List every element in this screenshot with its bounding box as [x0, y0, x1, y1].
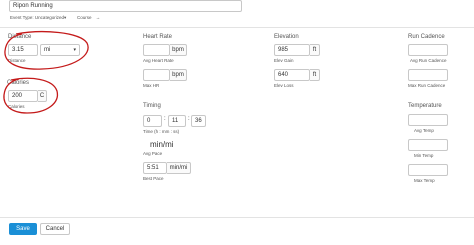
calories-heading: Calories: [7, 80, 30, 86]
elevation-heading: Elevation: [274, 34, 299, 40]
distance-heading: Distance: [8, 34, 32, 40]
arrow-right-icon: →: [95, 15, 101, 20]
max-temp-input[interactable]: [408, 164, 448, 176]
min-temp-input[interactable]: [408, 139, 448, 151]
distance-unit-select[interactable]: mi ▾: [40, 44, 80, 56]
time-label: Time (h : mm : ss): [143, 129, 180, 134]
time-separator: :: [164, 116, 166, 122]
distance-sublabel: Distance: [8, 58, 26, 63]
save-button[interactable]: Save: [9, 223, 37, 235]
course-label: Course: [77, 15, 92, 20]
elev-loss-label: Elev Loss: [274, 83, 294, 88]
cancel-button[interactable]: Cancel: [40, 223, 70, 235]
calories-sublabel: Calories: [8, 104, 25, 109]
avg-pace-value: min/mi: [150, 140, 174, 149]
max-heart-rate-label: Max HR: [143, 83, 160, 88]
avg-temp-input[interactable]: [408, 114, 448, 126]
distance-unit-value: mi: [44, 47, 51, 53]
max-run-cadence-label: Max Run Cadence: [408, 83, 446, 88]
calories-unit: C: [38, 90, 47, 102]
heart-rate-heading: Heart Rate: [143, 34, 173, 40]
best-pace-label: Best Pace: [143, 176, 164, 181]
time-separator: :: [188, 116, 190, 122]
timing-heading: Timing: [143, 103, 161, 109]
event-type-label: Event Type: Uncategorized: [10, 15, 64, 20]
max-heart-rate-input[interactable]: [143, 69, 170, 81]
best-pace-unit: min/mi: [167, 162, 191, 174]
max-temp-label: Max Temp: [414, 178, 435, 183]
event-type-link[interactable]: Event Type: Uncategorized▾: [10, 15, 66, 21]
elev-loss-unit: ft: [310, 69, 320, 81]
min-temp-label: Min Temp: [414, 153, 434, 158]
activity-title-input[interactable]: Ripon Running: [9, 0, 242, 12]
avg-heart-rate-unit: bpm: [170, 44, 187, 56]
avg-run-cadence-input[interactable]: [408, 44, 448, 56]
max-heart-rate-unit: bpm: [170, 69, 187, 81]
avg-heart-rate-input[interactable]: [143, 44, 170, 56]
avg-pace-label: Avg Pace: [143, 151, 163, 156]
elev-gain-unit: ft: [310, 44, 320, 56]
seconds-input[interactable]: 36: [191, 115, 206, 127]
chevron-down-icon: ▾: [63, 15, 67, 20]
hours-input[interactable]: 0: [143, 115, 162, 127]
elev-gain-input[interactable]: 985: [274, 44, 310, 56]
best-pace-input[interactable]: 5:51: [143, 162, 167, 174]
avg-temp-label: Avg Temp: [414, 128, 434, 133]
distance-input[interactable]: 3.15: [8, 44, 38, 56]
temperature-heading: Temperature: [408, 103, 442, 109]
footer-divider: [0, 217, 474, 218]
calories-input[interactable]: 200: [8, 90, 38, 102]
minutes-input[interactable]: 11: [168, 115, 186, 127]
max-run-cadence-input[interactable]: [408, 69, 448, 81]
elev-gain-label: Elev Gain: [274, 58, 294, 63]
header-divider: [0, 27, 474, 28]
run-cadence-heading: Run Cadence: [408, 34, 445, 40]
avg-run-cadence-label: Avg Run Cadence: [410, 58, 447, 63]
elev-loss-input[interactable]: 640: [274, 69, 310, 81]
chevron-down-icon: ▾: [73, 47, 76, 53]
course-link[interactable]: Course →: [77, 15, 100, 20]
avg-heart-rate-label: Avg Heart Rate: [143, 58, 174, 63]
